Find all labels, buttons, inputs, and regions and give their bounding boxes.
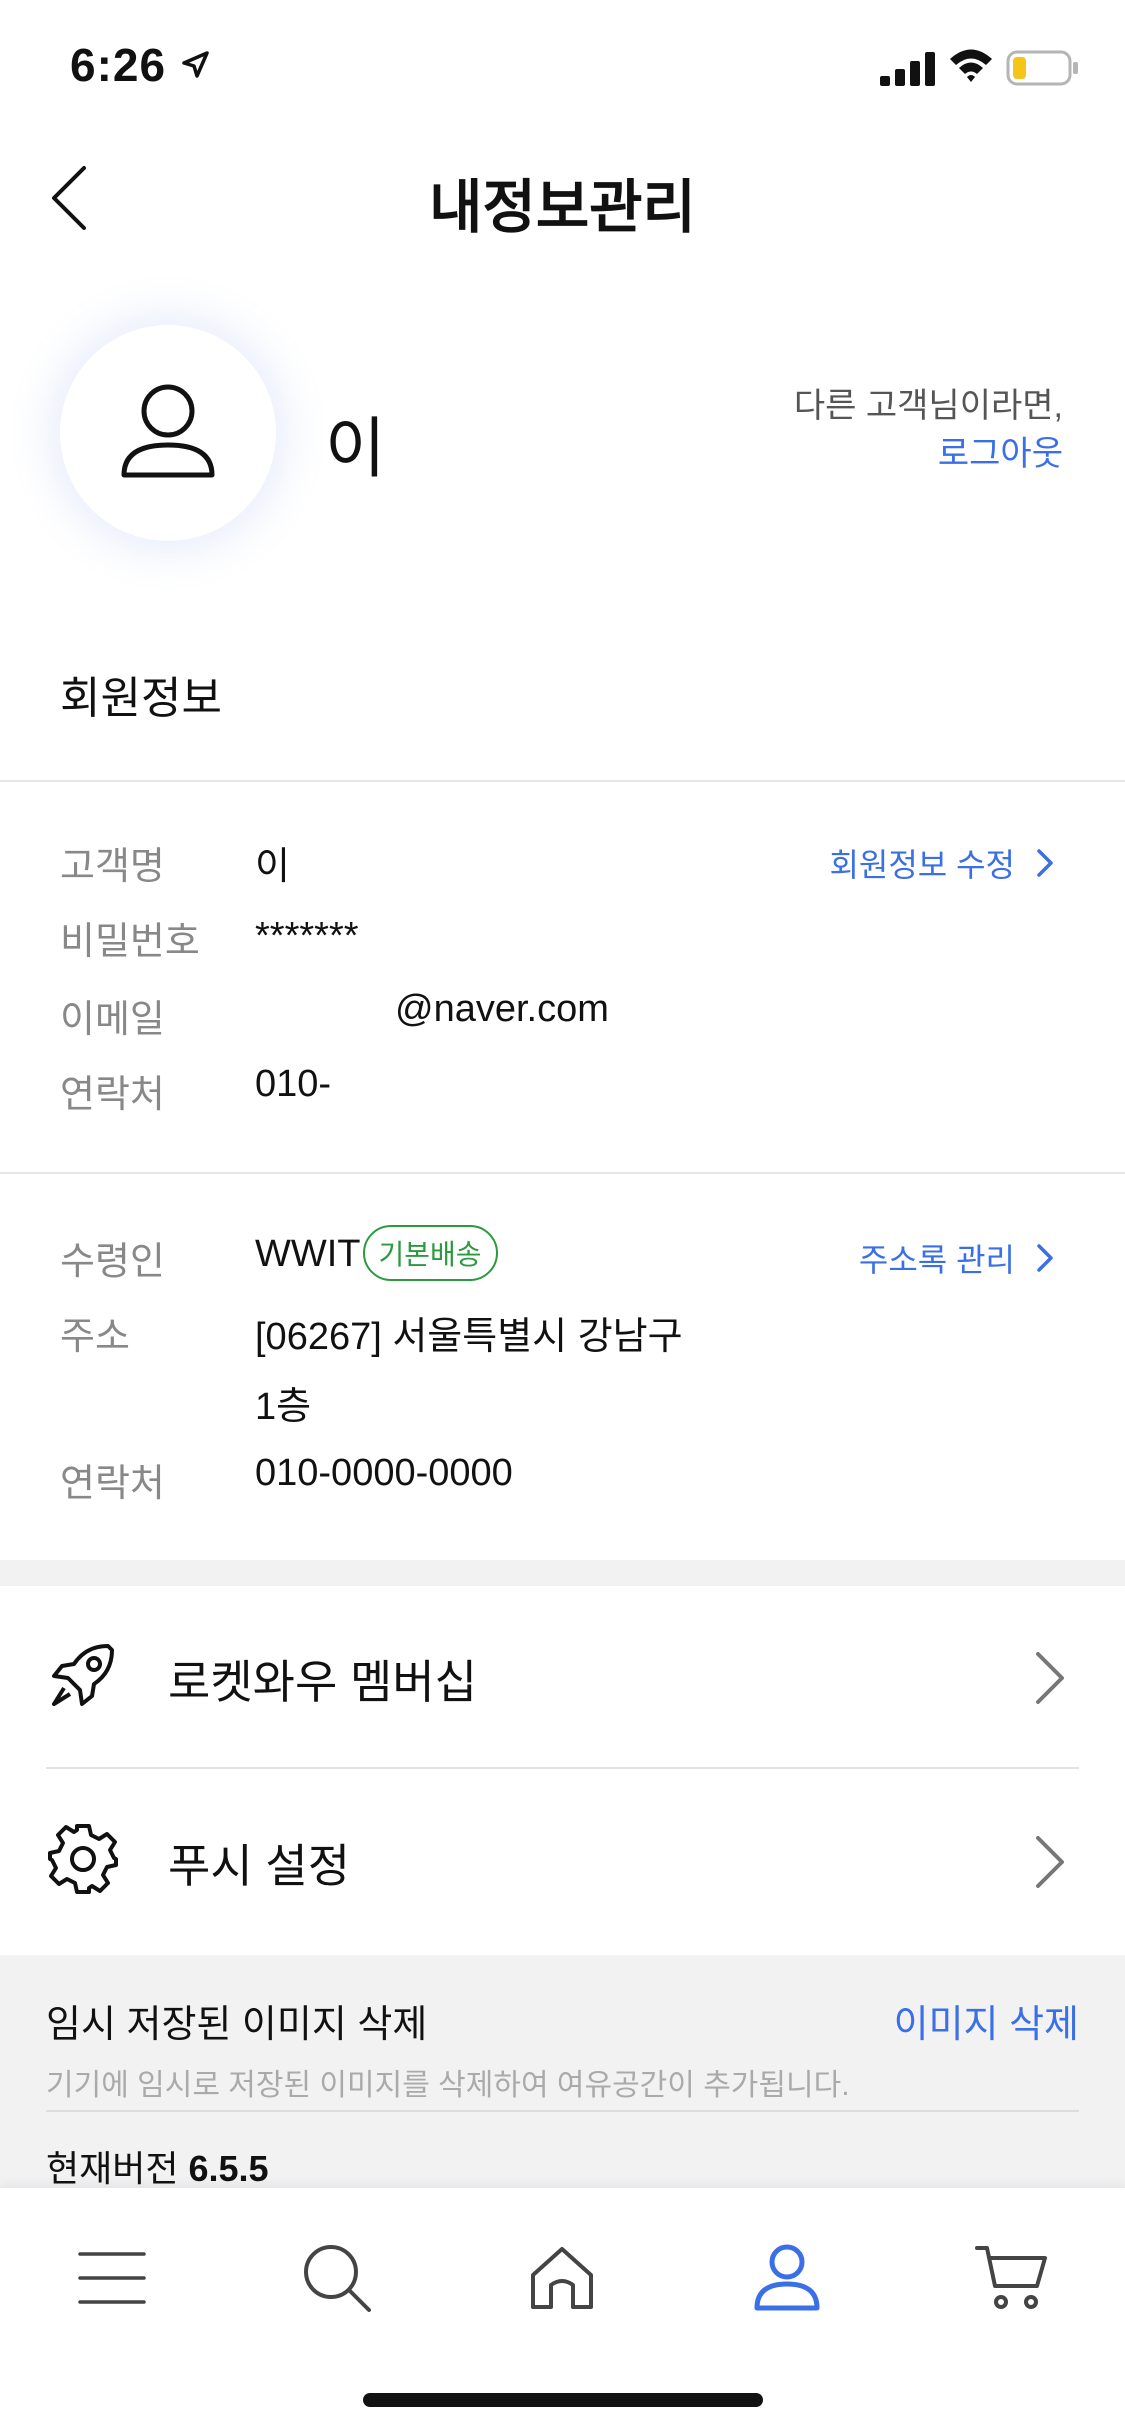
battery-icon [1006,50,1078,86]
other-user-prompt: 다른 고객님이라면, 로그아웃 [794,382,1063,478]
member-section-title: 회원정보 [60,674,222,723]
profile-icon [754,2244,820,2311]
address-line2: 1층 [255,1386,312,1428]
password-label: 비밀번호 [60,921,200,963]
push-settings-label: 푸시 설정 [168,1840,351,1892]
tab-menu[interactable] [62,2228,162,2328]
address-phone-label: 연락처 [60,1463,165,1505]
email-label: 이메일 [60,999,165,1041]
tab-my-page[interactable] [737,2228,837,2328]
clear-cache-description: 기기에 임시로 저장된 이미지를 삭제하여 여유공간이 추가됩니다. [46,2069,850,2102]
address-line1: [06267] 서울특별시 강남구 [255,1316,683,1358]
address-label: 주소 [60,1316,130,1358]
clear-cache-title: 임시 저장된 이미지 삭제 [46,2004,428,2046]
menu-item-push-settings[interactable]: 푸시 설정 [0,1770,1125,1952]
delete-images-button[interactable]: 이미지 삭제 [894,1993,1079,2048]
phone-value: 010- [255,1063,332,1105]
edit-member-info-button[interactable]: 회원정보 수정 [829,843,1063,883]
home-icon [531,2247,593,2309]
address-phone-value: 010-0000-0000 [255,1452,513,1494]
recipient-value: WWIT [255,1233,361,1276]
rocket-wow-label: 로켓와우 멤버십 [168,1656,478,1708]
edit-member-info-label: 회원정보 수정 [829,847,1015,883]
menu-item-rocket-wow[interactable]: 로켓와우 멤버십 [0,1586,1125,1768]
location-arrow-icon [182,51,209,78]
chevron-right-icon [1037,1244,1053,1272]
wifi-icon [950,49,992,82]
cellular-signal-icon [880,52,935,86]
address-book-label: 주소록 관리 [858,1242,1015,1278]
chevron-right-icon [1037,849,1053,877]
page-title: 내정보관리 [429,175,696,240]
user-name: 이 [325,411,386,485]
divider [0,780,1125,782]
divider [46,2110,1079,2112]
home-indicator [363,2393,763,2407]
user-icon [121,384,215,478]
version-label: 현재버전 [46,2148,179,2189]
recipient-label: 수령인 [60,1241,165,1283]
default-shipping-badge: 기본배송 [362,1225,498,1281]
logout-link[interactable]: 로그아웃 [794,430,1063,478]
app-version: 현재버전 6.5.5 [46,2140,269,2192]
version-value: 6.5.5 [188,2148,269,2189]
status-time: 6:26 [70,39,167,91]
other-user-text: 다른 고객님이라면, [793,387,1063,425]
avatar [60,325,276,541]
tab-cart[interactable] [962,2228,1062,2328]
tab-home[interactable] [512,2228,612,2328]
recipient-value-group: WWIT 기본배송 [255,1225,498,1284]
search-icon [304,2245,371,2312]
email-value: @naver.com [395,988,609,1030]
phone-label: 연락처 [60,1074,165,1116]
chevron-right-icon [1036,1836,1064,1888]
gear-icon [48,1824,118,1894]
name-value: 이 [255,846,290,888]
tab-search[interactable] [287,2228,387,2328]
divider [46,1767,1079,1769]
password-value: ******* [255,915,359,957]
rocket-icon [52,1644,114,1706]
divider [0,1172,1125,1174]
section-separator [0,1560,1125,1586]
menu-icon [78,2252,146,2304]
cart-icon [975,2246,1047,2309]
name-label: 고객명 [60,846,165,888]
chevron-right-icon [1036,1652,1064,1704]
address-book-button[interactable]: 주소록 관리 [859,1238,1063,1278]
